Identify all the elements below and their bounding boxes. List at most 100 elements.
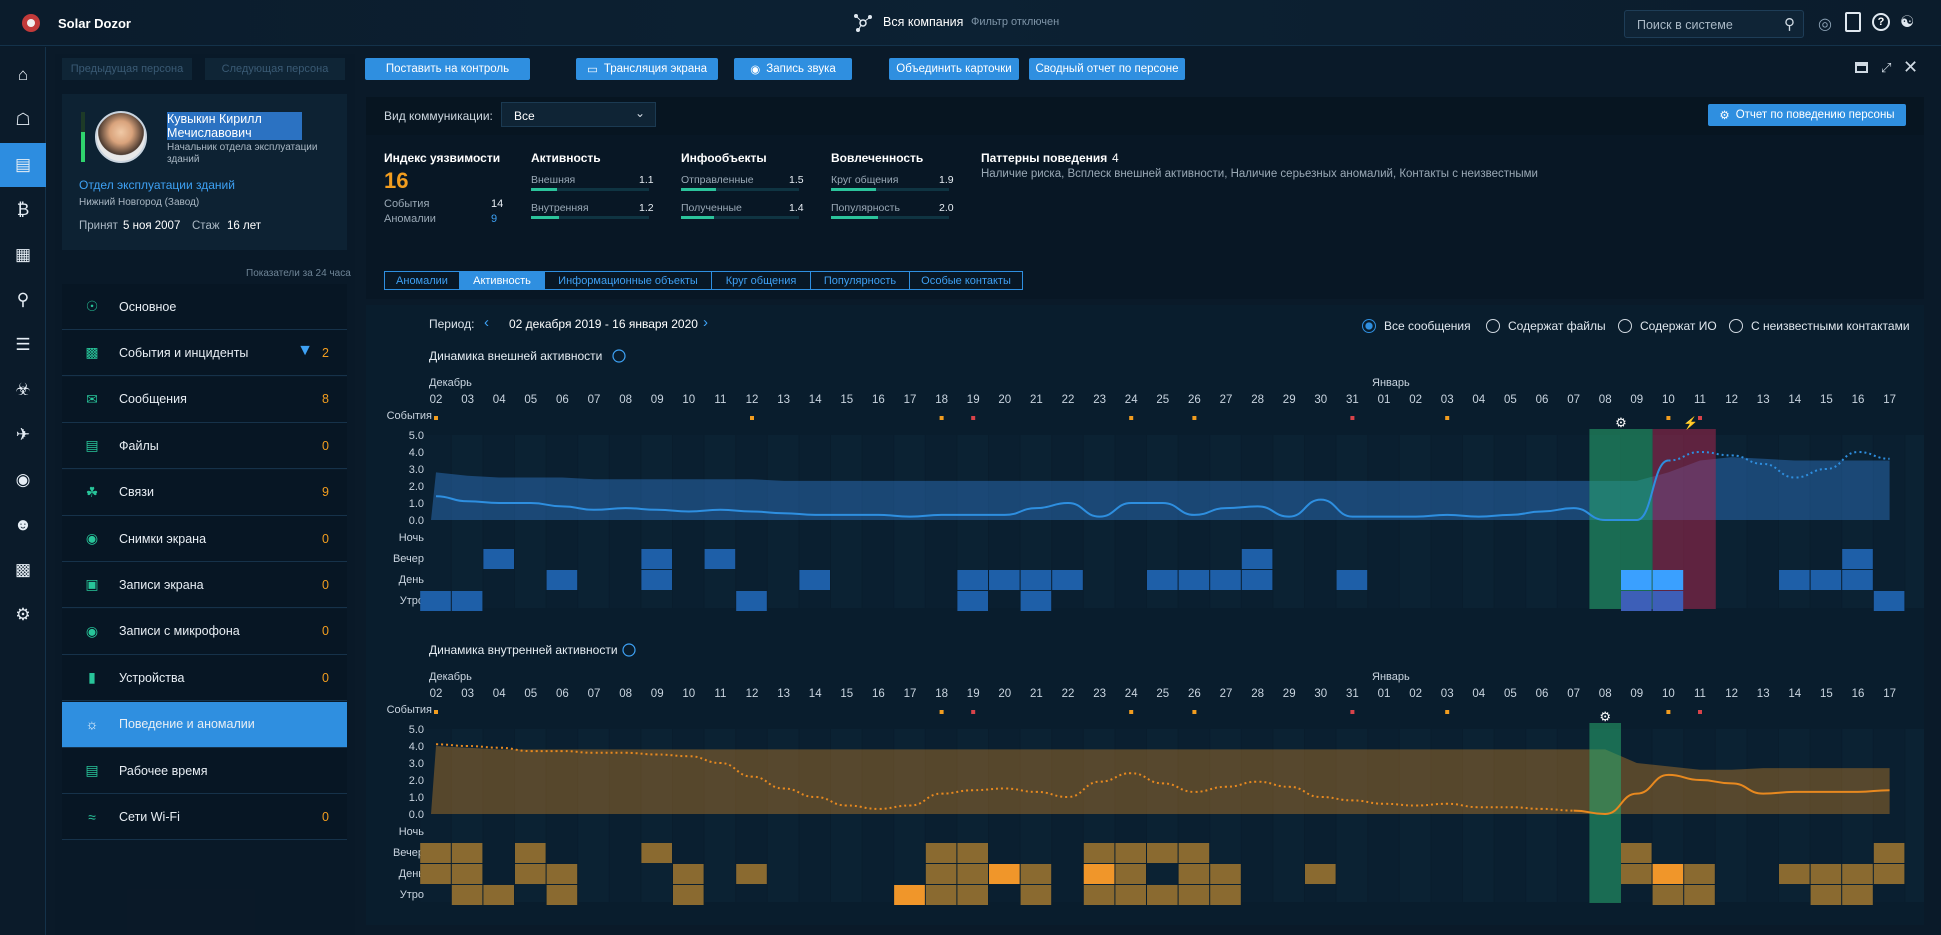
x-tick-label: 18 <box>935 394 948 406</box>
prev-person-button[interactable]: Предыдущая персона <box>62 58 192 80</box>
event-marker <box>1445 710 1450 714</box>
stream-button[interactable]: ▭ Трансляция экрана <box>576 58 718 80</box>
behavior-report-button[interactable]: ⚙ Отчет по поведению персоны <box>1708 104 1906 126</box>
heatmap-cell <box>1621 864 1652 884</box>
binoculars-icon[interactable]: ◉ <box>0 458 46 502</box>
heatmap-cell <box>420 843 451 863</box>
x-tick-label: 14 <box>1788 394 1801 406</box>
calendar-icon[interactable]: ▦ <box>0 233 46 277</box>
dashboard-icon[interactable]: ☖ <box>0 98 46 142</box>
events-value: 14 <box>491 198 504 210</box>
tab-3[interactable]: Круг общения <box>711 271 811 290</box>
list-icon[interactable]: ☰ <box>0 323 46 367</box>
menu-item[interactable]: ◉ Записи с микрофона 0 <box>62 608 347 655</box>
menu-item[interactable]: ▤ Рабочее время <box>62 748 347 794</box>
tenure-label: Стаж <box>192 220 220 232</box>
heatmap-cell <box>957 570 988 590</box>
network-icon[interactable] <box>852 12 874 34</box>
metric-label: Внутренняя <box>531 202 589 214</box>
merge-button[interactable]: Объединить карточки <box>889 58 1019 80</box>
menu-item[interactable]: ☉ Основное <box>62 284 347 330</box>
persons-icon[interactable]: ▤ <box>0 143 46 187</box>
globe-icon[interactable]: ◎ <box>1818 14 1832 34</box>
metric-value: 1.9 <box>939 174 954 186</box>
top-bar: Solar Dozor Вся компания Фильтр отключен… <box>0 0 1941 46</box>
next-period-icon[interactable]: › <box>703 314 708 331</box>
search-icon[interactable]: ⚲ <box>0 278 46 322</box>
comm-type-select[interactable]: Все ⌄ <box>501 102 656 127</box>
prev-period-icon[interactable]: ‹ <box>484 314 489 331</box>
filter-icon[interactable]: ▼ <box>297 342 313 360</box>
tab-2[interactable]: Информационные объекты <box>544 271 712 290</box>
window-icon[interactable] <box>1855 62 1868 73</box>
month-label: Январь <box>1372 377 1410 389</box>
x-tick-label: 19 <box>967 394 980 406</box>
bitcoin-icon[interactable]: ₿ <box>0 188 46 232</box>
menu-item[interactable]: ▩ События и инциденты 2 ▼ <box>62 330 347 377</box>
tab-4[interactable]: Популярность <box>810 271 910 290</box>
control-button[interactable]: Поставить на контроль <box>365 58 530 80</box>
heatmap-cell <box>1147 843 1178 863</box>
heatmap-cell <box>451 843 483 863</box>
filter-radio[interactable]: Содержат ИО <box>1618 319 1717 333</box>
menu-item[interactable]: ≈ Сети Wi-Fi 0 <box>62 794 347 841</box>
tab-1[interactable]: Активность <box>459 271 545 290</box>
search-icon[interactable]: ⚲ <box>1784 15 1795 33</box>
chart-title: Динамика внутренней активности <box>429 643 618 657</box>
x-tick-label: 05 <box>1504 688 1517 700</box>
anomalies-value[interactable]: 9 <box>491 213 497 225</box>
x-tick-label: 10 <box>682 394 695 406</box>
users-icon[interactable]: ☻ <box>0 503 46 547</box>
book-icon[interactable]: ▩ <box>0 548 46 592</box>
grid-cell <box>673 435 704 608</box>
record-button[interactable]: ◉ Запись звука <box>734 58 852 80</box>
filter-radio[interactable]: С неизвестными контактами <box>1729 319 1910 333</box>
menu-count: 0 <box>322 531 329 546</box>
x-tick-label: 12 <box>1725 688 1738 700</box>
tab-0[interactable]: Аномалии <box>384 271 460 290</box>
menu-item[interactable]: ☘ Связи 9 <box>62 469 347 516</box>
summary-report-button[interactable]: Сводный отчет по персоне <box>1029 58 1185 80</box>
heatmap-cell <box>925 885 957 905</box>
menu-item[interactable]: ◉ Снимки экрана 0 <box>62 516 347 562</box>
grid-cell <box>1305 435 1336 608</box>
event-marker <box>1698 416 1702 420</box>
x-tick-label: 09 <box>1630 688 1643 700</box>
company-selector[interactable]: Вся компания <box>883 15 963 29</box>
search-input[interactable]: Поиск в системе ⚲ <box>1624 10 1804 38</box>
links-icon: ☘ <box>85 483 99 500</box>
help-icon[interactable]: ? <box>1872 13 1890 31</box>
heatmap-cell <box>1810 885 1842 905</box>
spy-icon[interactable]: ☣ <box>0 368 46 412</box>
heatmap-cell <box>1178 843 1210 863</box>
metric-level-bar <box>681 216 799 219</box>
heatmap-cell <box>641 549 672 569</box>
heatmap-cell <box>1052 570 1083 590</box>
menu-item[interactable]: ▤ Файлы 0 <box>62 423 347 470</box>
department-link[interactable]: Отдел эксплуатации зданий <box>79 178 235 192</box>
gear-icon: ⚙ <box>1719 110 1730 122</box>
menu-item[interactable]: ✉ Сообщения 8 <box>62 376 347 423</box>
fullscreen-icon[interactable]: ⤢ <box>1881 60 1891 76</box>
heatmap-cell <box>989 570 1020 590</box>
menu-item[interactable]: ▣ Записи экрана 0 <box>62 562 347 609</box>
filter-radio[interactable]: Содержат файлы <box>1486 319 1606 333</box>
home-icon[interactable]: ⌂ <box>0 53 46 97</box>
microphone-icon: ◉ <box>85 622 99 639</box>
plane-icon[interactable]: ✈ <box>0 413 46 457</box>
document-icon[interactable] <box>1845 12 1861 32</box>
info-icon <box>612 349 626 363</box>
close-icon[interactable]: ✕ <box>1903 57 1918 78</box>
x-tick-label: 15 <box>840 688 853 700</box>
filter-radio[interactable]: Все сообщения <box>1362 319 1471 333</box>
behavior-icon: ☼ <box>85 716 99 733</box>
user-menu-icon[interactable]: ☯ <box>1900 12 1914 32</box>
settings-icon[interactable]: ⚙ <box>0 593 46 637</box>
menu-item[interactable]: ▮ Устройства 0 <box>62 655 347 702</box>
next-person-button[interactable]: Следующая персона <box>205 58 345 80</box>
tab-5[interactable]: Особые контакты <box>909 271 1023 290</box>
heatmap-cell <box>957 885 988 905</box>
menu-item[interactable]: ☼ Поведение и аномалии <box>62 701 347 748</box>
heatmap-cell <box>1083 885 1115 905</box>
heatmap-cell <box>1178 885 1210 905</box>
